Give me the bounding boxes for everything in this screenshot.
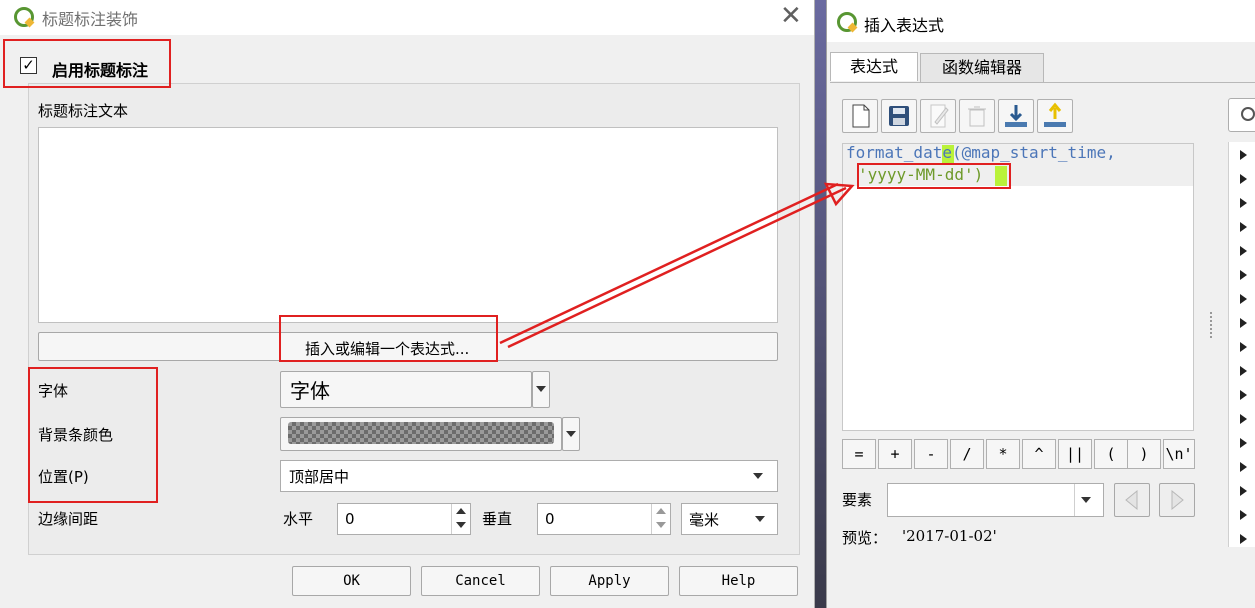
- annotation-arrow: [499, 182, 855, 349]
